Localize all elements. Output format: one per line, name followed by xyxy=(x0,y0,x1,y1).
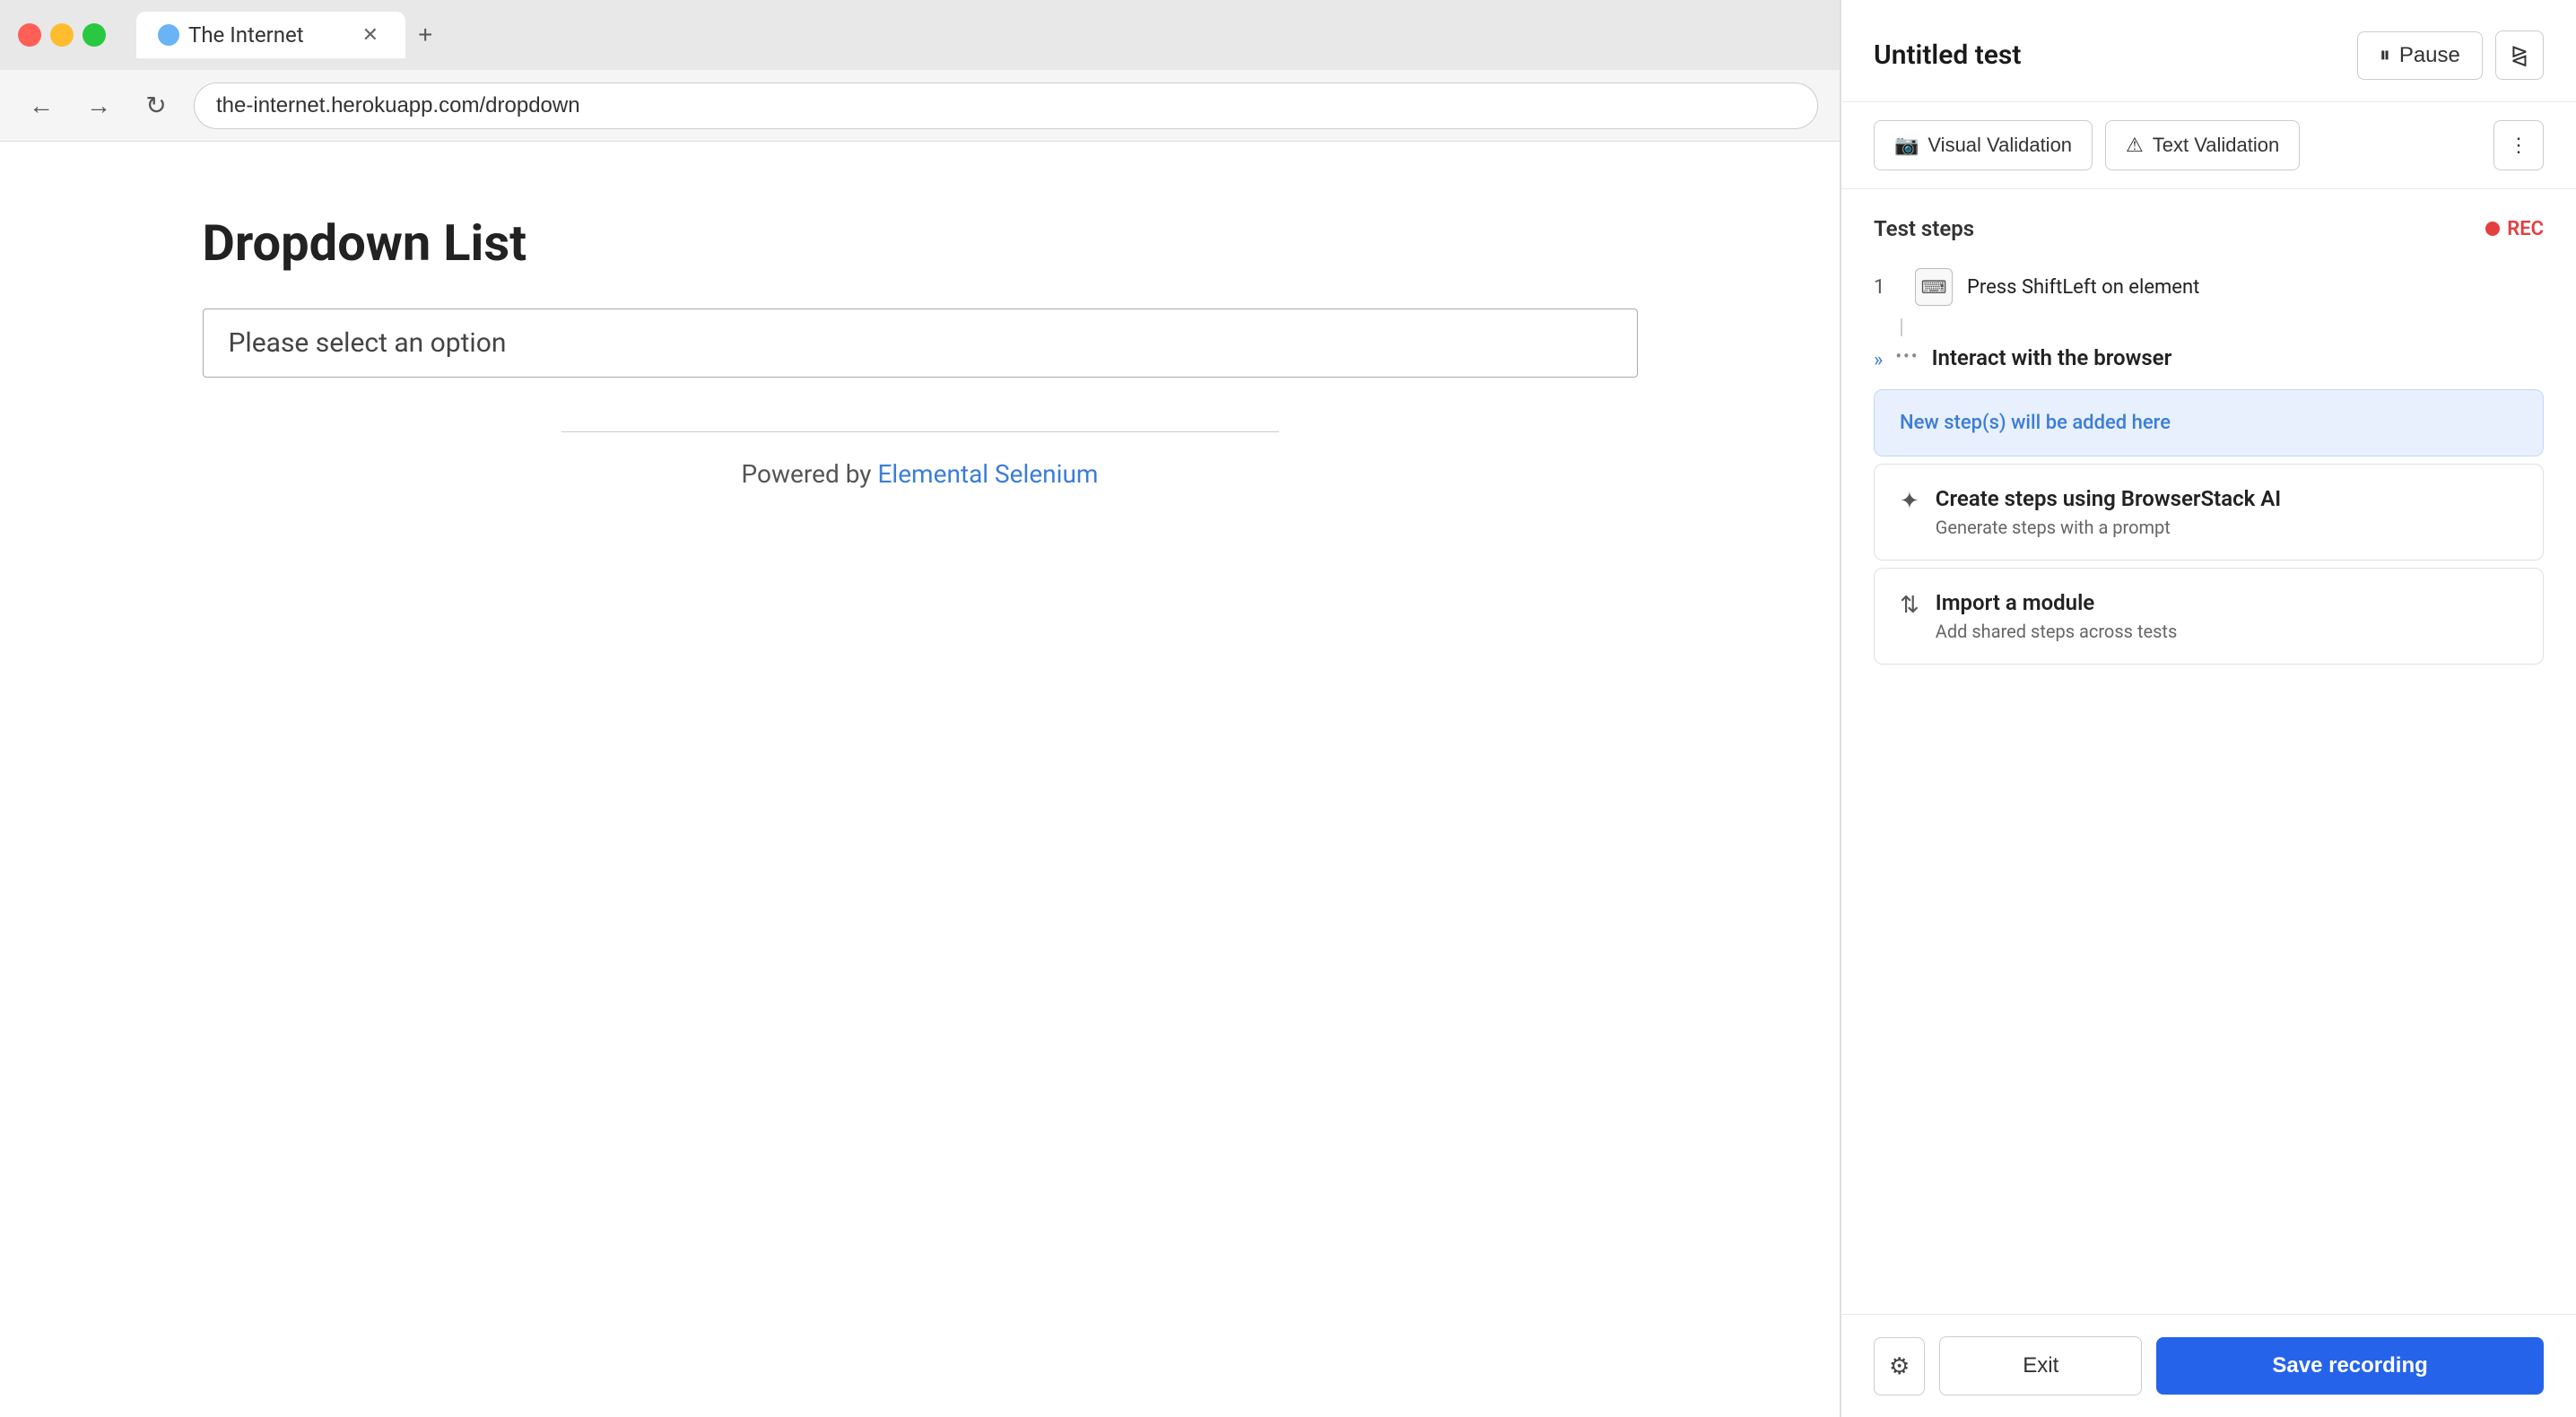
new-step-text: New step(s) will be added here xyxy=(1900,412,2171,434)
settings-button[interactable]: ⚙ xyxy=(1874,1337,1925,1395)
step-item-1: 1 ⌨ Press ShiftLeft on element xyxy=(1841,256,2576,318)
more-options-button[interactable]: ⋮ xyxy=(2493,120,2544,170)
interact-section: » ••• Interact with the browser xyxy=(1841,336,2576,380)
rec-label: REC xyxy=(2507,218,2544,240)
expand-icon: ⧎ xyxy=(2511,42,2528,68)
pause-button[interactable]: ⏸ Pause xyxy=(2357,31,2483,80)
minimize-button[interactable] xyxy=(50,23,74,47)
text-validation-button[interactable]: ⚠ Text Validation xyxy=(2105,120,2300,170)
page-container: Dropdown List Please select an option Po… xyxy=(203,213,1638,489)
interact-dots-icon: ••• xyxy=(1895,345,1919,367)
validation-toolbar: 📷 Visual Validation ⚠ Text Validation ⋮ xyxy=(1841,102,2576,189)
visual-validation-label: Visual Validation xyxy=(1928,134,2072,157)
refresh-button[interactable]: ↻ xyxy=(136,86,176,126)
dropdown-placeholder: Please select an option xyxy=(229,327,507,359)
step-number-1: 1 xyxy=(1874,276,1901,299)
ai-step-title: Create steps using BrowserStack AI xyxy=(1936,486,2281,511)
tab-bar: The Internet ✕ + xyxy=(136,12,441,58)
rec-badge: REC xyxy=(2485,218,2544,240)
step-text-1: Press ShiftLeft on element xyxy=(1967,276,2199,299)
title-bar: The Internet ✕ + xyxy=(0,0,1840,70)
ai-step-icon: ✦ xyxy=(1900,488,1919,515)
back-icon: ← xyxy=(29,91,54,120)
text-validation-label: Text Validation xyxy=(2153,134,2279,157)
test-steps-header: Test steps REC xyxy=(1841,207,2576,256)
elemental-selenium-link[interactable]: Elemental Selenium xyxy=(877,459,1098,489)
import-module-content: Import a module Add shared steps across … xyxy=(1936,590,2177,642)
visual-validation-icon: 📷 xyxy=(1894,134,1919,157)
panel-body: Test steps REC 1 ⌨ Press ShiftLeft on el… xyxy=(1841,189,2576,1314)
maximize-button[interactable] xyxy=(83,23,106,47)
expand-arrows-icon[interactable]: » xyxy=(1874,349,1883,371)
pause-icon: ⏸ xyxy=(2380,43,2390,68)
step-connector xyxy=(1901,318,1902,336)
browser-window: The Internet ✕ + ← → ↻ Dropdown List Ple… xyxy=(0,0,1841,1417)
more-options-icon: ⋮ xyxy=(2509,134,2528,157)
page-heading: Dropdown List xyxy=(203,213,1638,273)
rec-dot-icon xyxy=(2485,222,2500,236)
exit-button[interactable]: Exit xyxy=(1939,1336,2142,1395)
test-steps-label: Test steps xyxy=(1874,216,1974,241)
browser-tab[interactable]: The Internet ✕ xyxy=(136,12,405,58)
import-module-subtitle: Add shared steps across tests xyxy=(1936,621,2177,642)
settings-icon: ⚙ xyxy=(1889,1352,1910,1380)
import-module-icon: ⇅ xyxy=(1900,592,1919,619)
interact-label: Interact with the browser xyxy=(1932,345,2172,370)
window-controls xyxy=(18,23,106,47)
back-button[interactable]: ← xyxy=(22,86,61,126)
test-recorder-panel: Untitled test ⏸ Pause ⧎ 📷 Visual Validat… xyxy=(1841,0,2576,1417)
url-input[interactable] xyxy=(194,83,1818,129)
tab-title: The Internet xyxy=(188,22,304,48)
powered-by-text: Powered by Elemental Selenium xyxy=(203,459,1638,489)
browser-content: Dropdown List Please select an option Po… xyxy=(0,142,1840,1417)
forward-icon: → xyxy=(86,91,111,120)
ai-step-card[interactable]: ✦ Create steps using BrowserStack AI Gen… xyxy=(1874,464,2544,561)
pause-label: Pause xyxy=(2399,43,2460,68)
text-validation-icon: ⚠ xyxy=(2126,134,2144,157)
ai-step-subtitle: Generate steps with a prompt xyxy=(1936,517,2281,538)
step-keyboard-icon: ⌨ xyxy=(1915,268,1953,306)
dropdown-select[interactable]: Please select an option xyxy=(203,309,1638,378)
panel-footer: ⚙ Exit Save recording xyxy=(1841,1314,2576,1417)
expand-button[interactable]: ⧎ xyxy=(2495,30,2544,80)
visual-validation-button[interactable]: 📷 Visual Validation xyxy=(1874,120,2093,170)
panel-title: Untitled test xyxy=(1874,39,2021,71)
panel-header: Untitled test ⏸ Pause ⧎ xyxy=(1841,0,2576,102)
address-bar: ← → ↻ xyxy=(0,70,1840,142)
divider xyxy=(561,431,1279,432)
tab-close-button[interactable]: ✕ xyxy=(357,22,384,48)
panel-header-actions: ⏸ Pause ⧎ xyxy=(2357,30,2544,80)
forward-button[interactable]: → xyxy=(79,86,118,126)
close-button[interactable] xyxy=(18,23,41,47)
import-module-title: Import a module xyxy=(1936,590,2177,615)
refresh-icon: ↻ xyxy=(145,91,166,120)
cards-container: New step(s) will be added here ✦ Create … xyxy=(1874,389,2544,665)
new-step-card: New step(s) will be added here xyxy=(1874,389,2544,456)
import-module-card[interactable]: ⇅ Import a module Add shared steps acros… xyxy=(1874,568,2544,665)
ai-step-content: Create steps using BrowserStack AI Gener… xyxy=(1936,486,2281,538)
new-tab-button[interactable]: + xyxy=(409,15,441,55)
tab-favicon-icon xyxy=(158,24,179,46)
save-recording-button[interactable]: Save recording xyxy=(2156,1337,2544,1395)
